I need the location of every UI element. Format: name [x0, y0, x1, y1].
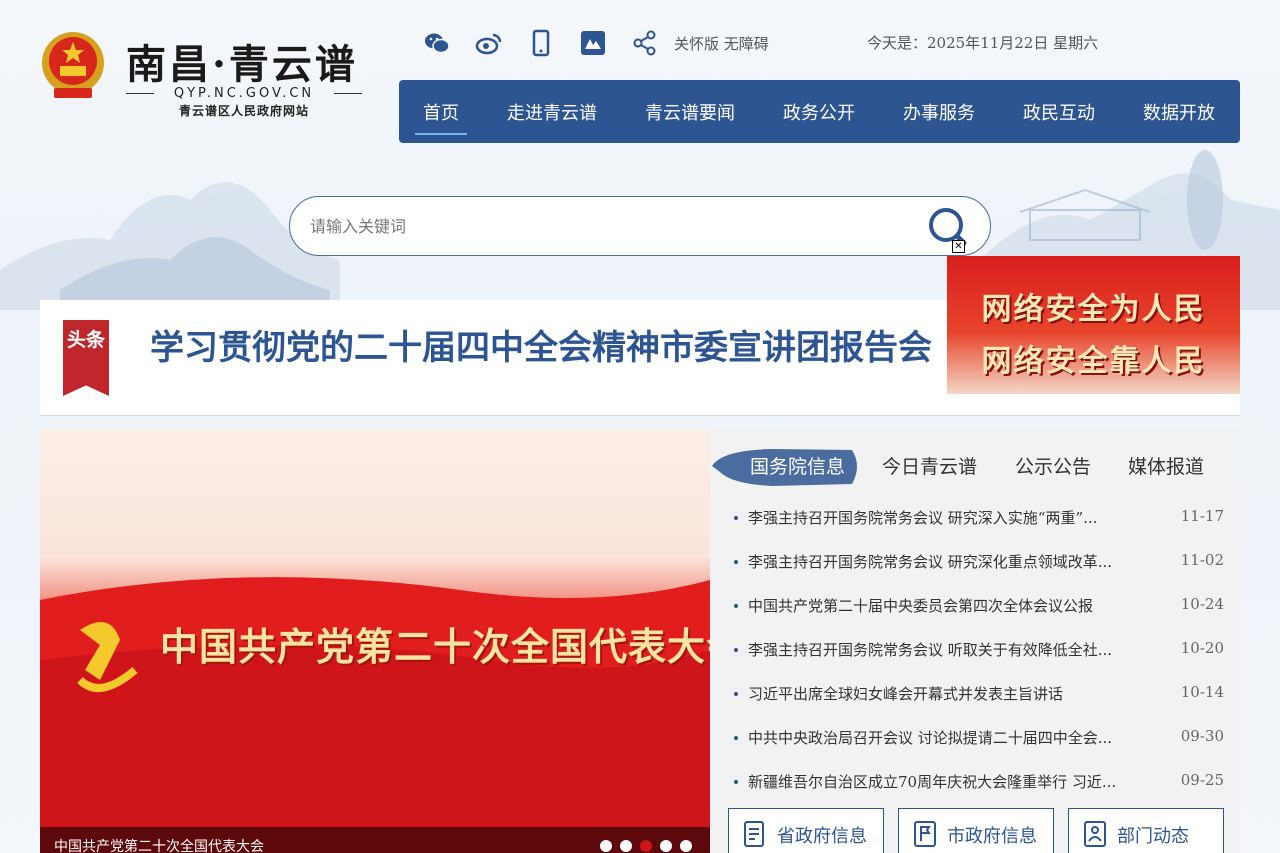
news-date: 11-17: [1180, 507, 1224, 525]
slider-dot[interactable]: [660, 840, 672, 852]
nav-item-services[interactable]: 办事服务: [879, 80, 999, 143]
slider-dot[interactable]: [600, 840, 612, 852]
nav-item-home[interactable]: 首页: [399, 80, 483, 143]
bullet-icon: [734, 560, 738, 564]
news-title: 李强主持召开国务院常务会议 研究深化重点领域改革...: [748, 553, 1113, 571]
news-title: 新疆维吾尔自治区成立70周年庆祝大会隆重举行 习近...: [748, 773, 1117, 791]
nav-item-interaction[interactable]: 政民互动: [999, 80, 1119, 143]
list-item[interactable]: 中共中央政治局召开会议 讨论拟提请二十届四中全会... 09-30: [734, 722, 1224, 766]
tab-state-council[interactable]: 国务院信息: [750, 446, 845, 490]
bullet-icon: [734, 604, 738, 608]
news-title: 李强主持召开国务院常务会议 听取关于有效降低全社...: [748, 641, 1113, 659]
list-item[interactable]: 中国共产党第二十届中央委员会第四次全体会议公报 10-24: [734, 590, 1224, 634]
tab-today-qingyunpu[interactable]: 今日青云谱: [882, 446, 977, 490]
headline-tag: 头条: [63, 320, 109, 396]
site-title: 南昌·青云谱: [126, 41, 358, 88]
news-date: 09-25: [1180, 771, 1224, 789]
tab-media-reports[interactable]: 媒体报道: [1128, 446, 1204, 490]
top-toolbar: 关怀版 无障碍: [422, 28, 769, 58]
slider-dot-active[interactable]: [640, 840, 652, 852]
news-list: 李强主持召开国务院常务会议 研究深入实施“两重”... 11-17 李强主持召开国…: [734, 502, 1224, 810]
national-emblem-icon: [42, 32, 104, 98]
slider-dot[interactable]: [620, 840, 632, 852]
main-nav: 首页 走进青云谱 青云谱要闻 政务公开 办事服务 政民互动 数据开放: [399, 80, 1240, 143]
quick-link-label: 省政府信息: [777, 826, 867, 847]
city-info-button[interactable]: 市政府信息: [898, 808, 1054, 853]
news-title: 中共中央政治局召开会议 讨论拟提请二十届四中全会...: [748, 729, 1113, 747]
news-panel: 国务院信息 今日青云谱 公示公告 媒体报道 李强主持召开国务院常务会议 研究深入…: [710, 430, 1240, 853]
headline-link[interactable]: 学习贯彻党的二十届四中全会精神市委宣讲团报告会: [150, 320, 947, 369]
list-item[interactable]: 李强主持召开国务院常务会议 听取关于有效降低全社... 10-20: [734, 634, 1224, 678]
document-icon: [744, 821, 764, 847]
list-item[interactable]: 李强主持召开国务院常务会议 研究深入实施“两重”... 11-17: [734, 502, 1224, 546]
quick-link-label: 市政府信息: [947, 826, 1037, 847]
slider-caption[interactable]: 中国共产党第二十次全国代表大会: [54, 836, 264, 853]
list-item[interactable]: 新疆维吾尔自治区成立70周年庆祝大会隆重举行 习近... 09-25: [734, 766, 1224, 810]
news-title: 李强主持召开国务院常务会议 研究深入实施“两重”...: [748, 509, 1098, 527]
news-date: 10-14: [1180, 683, 1224, 701]
search-input[interactable]: [310, 211, 910, 241]
care-accessibility-link[interactable]: 关怀版 无障碍: [674, 33, 769, 54]
banner-close-icon[interactable]: ✕: [952, 240, 965, 253]
site-subtitle: 青云谱区人民政府网站: [178, 104, 309, 118]
list-item[interactable]: 李强主持召开国务院常务会议 研究深化重点领域改革... 11-02: [734, 546, 1224, 590]
wechat-icon[interactable]: [422, 29, 452, 57]
red-flag-graphic: [40, 577, 710, 853]
cyber-security-banner[interactable]: 网络安全为人民 网络安全靠人民: [947, 256, 1240, 394]
bullet-icon: [734, 780, 738, 784]
search-box: [289, 196, 991, 256]
department-news-button[interactable]: 部门动态: [1068, 808, 1224, 853]
banner-line-1: 网络安全为人民: [981, 292, 1206, 327]
slider-caption-bar: 中国共产党第二十次全国代表大会: [40, 827, 710, 853]
news-date: 11-02: [1180, 551, 1224, 569]
current-date: 今天是：2025年11月22日 星期六: [867, 34, 1099, 52]
bullet-icon: [734, 736, 738, 740]
news-date: 10-24: [1180, 595, 1224, 613]
tab-announcements[interactable]: 公示公告: [1015, 446, 1091, 490]
share-icon[interactable]: [630, 29, 660, 57]
nav-item-news[interactable]: 青云谱要闻: [621, 80, 759, 143]
list-item[interactable]: 习近平出席全球妇女峰会开幕式并发表主旨讲话 10-14: [734, 678, 1224, 722]
bullet-icon: [734, 692, 738, 696]
bullet-icon: [734, 648, 738, 652]
site-domain: QYP.NC.GOV.CN: [126, 86, 362, 101]
provincial-info-button[interactable]: 省政府信息: [728, 808, 884, 853]
bullet-icon: [734, 516, 738, 520]
flag-doc-icon: [914, 821, 936, 847]
nav-item-open-data[interactable]: 数据开放: [1119, 80, 1239, 143]
slide-title: 中国共产党第二十次全国代表大会: [160, 624, 710, 669]
weibo-icon[interactable]: [474, 29, 504, 57]
nav-item-government-affairs[interactable]: 政务公开: [759, 80, 879, 143]
quick-link-label: 部门动态: [1117, 826, 1189, 847]
news-date: 10-20: [1180, 639, 1224, 657]
nav-item-about[interactable]: 走进青云谱: [483, 80, 621, 143]
news-title: 习近平出席全球妇女峰会开幕式并发表主旨讲话: [748, 685, 1064, 703]
news-tabs: 国务院信息 今日青云谱 公示公告 媒体报道: [710, 446, 1240, 490]
site-logo[interactable]: 南昌·青云谱 QYP.NC.GOV.CN 青云谱区人民政府网站: [40, 30, 370, 120]
slider-dots: [600, 840, 700, 852]
app-icon[interactable]: [578, 29, 608, 57]
person-doc-icon: [1084, 821, 1106, 847]
banner-line-2: 网络安全靠人民: [981, 344, 1206, 379]
news-title: 中国共产党第二十届中央委员会第四次全体会议公报: [748, 597, 1094, 615]
news-date: 09-30: [1180, 727, 1224, 745]
mobile-icon[interactable]: [526, 29, 556, 57]
slider-dot[interactable]: [680, 840, 692, 852]
image-slider[interactable]: 中国共产党第二十次全国代表大会 中国共产党第二十次全国代表大会: [40, 430, 710, 853]
